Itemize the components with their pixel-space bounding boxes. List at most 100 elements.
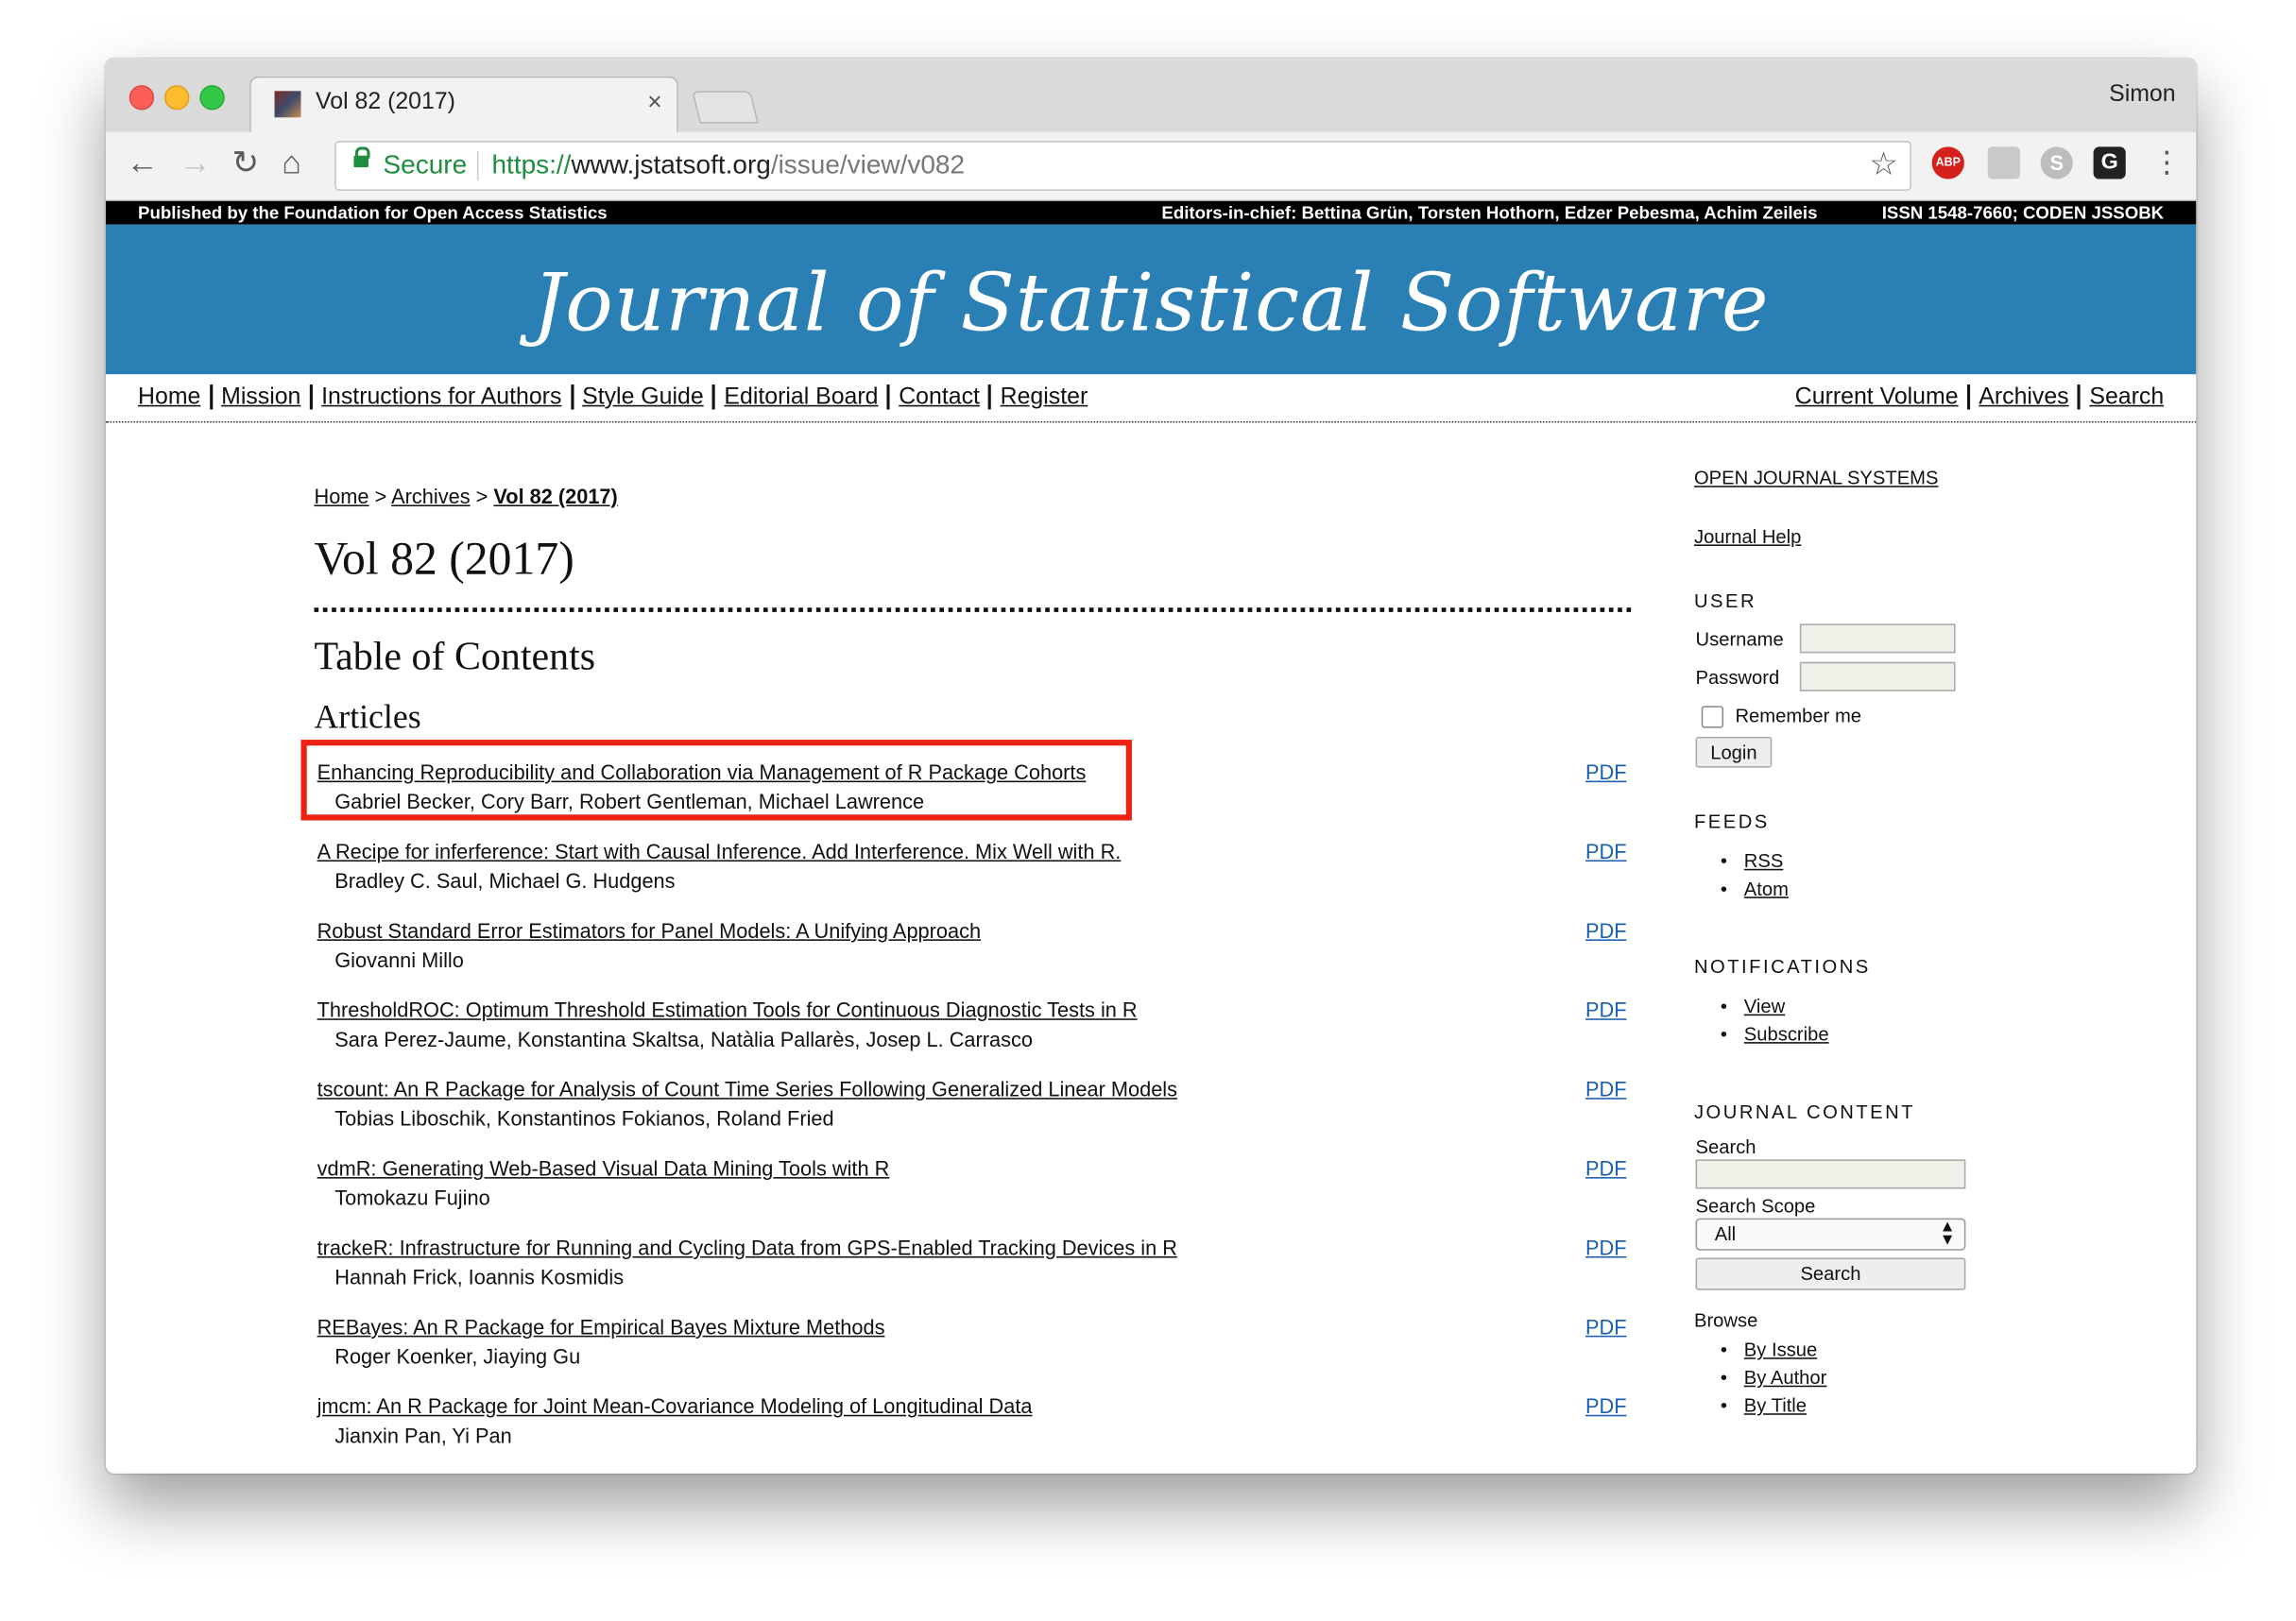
browse-item[interactable]: By Issue [1721, 1339, 1817, 1360]
dotted-divider [314, 607, 1632, 612]
password-label: Password [1695, 666, 1780, 689]
breadcrumb-current[interactable]: Vol 82 (2017) [493, 485, 617, 508]
forward-arrow-icon[interactable]: → [180, 145, 212, 180]
ojs-link[interactable]: OPEN JOURNAL SYSTEMS [1694, 467, 1939, 488]
nav-editorial-board[interactable]: Editorial Board [715, 384, 890, 410]
feed-item[interactable]: RSS [1721, 850, 1784, 872]
browse-label: Browse [1693, 1308, 1758, 1332]
url-host: www.jstatsoft.org [571, 149, 771, 179]
g-extension-icon[interactable]: G [2093, 146, 2126, 179]
adblock-extension-icon[interactable]: ABP [1931, 146, 1964, 179]
nav-home[interactable]: Home [138, 384, 213, 410]
nav-archives[interactable]: Archives [1969, 384, 2082, 410]
notification-item[interactable]: Subscribe [1721, 1023, 1829, 1045]
search-scope-label: Search Scope [1695, 1194, 1816, 1218]
nav-style-guide[interactable]: Style Guide [573, 384, 716, 410]
back-arrow-icon[interactable]: ← [127, 145, 159, 180]
feed-item[interactable]: Atom [1721, 878, 1789, 899]
notification-item[interactable]: View [1721, 995, 1785, 1016]
address-bar[interactable]: Secure https://www.jstatsoft.org/issue/v… [334, 141, 1911, 191]
search-scope-select[interactable]: All ▲ ▼ [1695, 1218, 1966, 1251]
article-authors: Hannah Frick, Ioannis Kosmidis [334, 1265, 625, 1289]
article-title-link[interactable]: REBayes: An R Package for Empirical Baye… [317, 1315, 885, 1339]
browse-item[interactable]: By Title [1721, 1394, 1807, 1416]
breadcrumb-home[interactable]: Home [314, 485, 368, 508]
article-title-link[interactable]: Robust Standard Error Estimators for Pan… [317, 919, 981, 943]
password-input[interactable] [1799, 661, 1956, 691]
pdf-link[interactable]: PDF [1585, 1156, 1627, 1180]
pdf-link[interactable]: PDF [1585, 760, 1627, 784]
bookmark-star-icon[interactable]: ☆ [1869, 145, 1898, 183]
journal-help-link[interactable]: Journal Help [1694, 525, 1801, 547]
journal-content-title: JOURNAL CONTENT [1693, 1101, 1916, 1123]
favicon-icon [274, 91, 301, 118]
browser-menu-icon[interactable]: ⋮ [2152, 144, 2182, 180]
atom-link[interactable]: Atom [1744, 878, 1789, 899]
home-icon[interactable]: ⌂ [282, 145, 301, 180]
search-scope-value: All [1714, 1222, 1737, 1245]
article-title-link[interactable]: trackeR: Infrastructure for Running and … [317, 1236, 1177, 1259]
rss-link[interactable]: RSS [1744, 850, 1784, 872]
nav-search[interactable]: Search [2081, 384, 2164, 409]
journal-search-button[interactable]: Search [1695, 1257, 1966, 1290]
article-authors: Jianxin Pan, Yi Pan [334, 1424, 512, 1447]
by-title-link[interactable]: By Title [1744, 1394, 1807, 1416]
highlight-annotation [300, 740, 1132, 821]
pdf-link[interactable]: PDF [1585, 1315, 1627, 1339]
nav-register[interactable]: Register [991, 384, 1088, 409]
article-item: REBayes: An R Package for Empirical Baye… [317, 1315, 1638, 1379]
site-navbar: Home Mission Instructions for Authors Style… [105, 374, 2197, 423]
journal-search-input[interactable] [1695, 1159, 1966, 1189]
by-issue-link[interactable]: By Issue [1744, 1339, 1817, 1360]
article-title-link[interactable]: A Recipe for inferference: Start with Ca… [317, 840, 1122, 863]
browser-tab[interactable]: Vol 82 (2017) × [249, 76, 678, 134]
extension-puzzle-icon[interactable] [1987, 146, 2020, 179]
select-arrows-icon: ▲ ▼ [1939, 1218, 1956, 1250]
article-item: A Recipe for inferference: Start with Ca… [317, 840, 1638, 904]
s-extension-icon[interactable]: S [2040, 146, 2073, 179]
pdf-link[interactable]: PDF [1585, 1394, 1627, 1418]
minimize-window-button[interactable] [164, 85, 190, 111]
breadcrumb-archives[interactable]: Archives [391, 485, 470, 508]
address-divider [476, 151, 479, 181]
tab-close-icon[interactable]: × [647, 88, 661, 117]
username-label: Username [1695, 627, 1784, 651]
view-link[interactable]: View [1744, 995, 1785, 1016]
article-item: tscount: An R Package for Analysis of Co… [317, 1077, 1638, 1141]
pdf-link[interactable]: PDF [1585, 840, 1627, 863]
article-item: Robust Standard Error Estimators for Pan… [317, 919, 1638, 983]
article-item: ThresholdROC: Optimum Threshold Estimati… [317, 998, 1638, 1063]
pdf-link[interactable]: PDF [1585, 998, 1627, 1022]
article-title-link[interactable]: ThresholdROC: Optimum Threshold Estimati… [317, 998, 1138, 1022]
article-title-link[interactable]: vdmR: Generating Web-Based Visual Data M… [317, 1156, 890, 1180]
new-tab-button[interactable] [692, 91, 759, 124]
article-title-link[interactable]: jmcm: An R Package for Joint Mean-Covari… [317, 1394, 1033, 1418]
username-input[interactable] [1799, 623, 1956, 654]
nav-right-links: Current Volume Archives Search [1794, 384, 2164, 411]
zoom-window-button[interactable] [199, 85, 225, 111]
profile-name[interactable]: Simon [2109, 82, 2175, 109]
pdf-link[interactable]: PDF [1585, 1236, 1627, 1259]
nav-current-volume[interactable]: Current Volume [1794, 384, 1970, 410]
article-title-link[interactable]: tscount: An R Package for Analysis of Co… [317, 1077, 1177, 1101]
reload-icon[interactable]: ↻ [231, 145, 259, 180]
login-button[interactable]: Login [1695, 736, 1773, 768]
pdf-link[interactable]: PDF [1585, 919, 1627, 943]
articles-heading: Articles [314, 698, 421, 736]
lock-icon [353, 146, 370, 168]
pdf-link[interactable]: PDF [1585, 1077, 1627, 1101]
subscribe-link[interactable]: Subscribe [1744, 1023, 1829, 1045]
nav-mission[interactable]: Mission [212, 384, 313, 410]
browse-item[interactable]: By Author [1721, 1366, 1827, 1388]
url-text[interactable]: https://www.jstatsoft.org/issue/view/v08… [491, 149, 965, 180]
by-author-link[interactable]: By Author [1744, 1366, 1827, 1388]
feeds-block-title: FEEDS [1693, 810, 1770, 832]
article-authors: Tomokazu Fujino [334, 1186, 490, 1210]
search-label: Search [1695, 1135, 1756, 1158]
close-window-button[interactable] [129, 85, 155, 111]
remember-me-checkbox[interactable] [1701, 706, 1724, 728]
breadcrumb-separator: > [374, 484, 387, 508]
nav-contact[interactable]: Contact [889, 384, 992, 410]
article-item: jmcm: An R Package for Joint Mean-Covari… [317, 1394, 1638, 1459]
nav-instructions-for-authors[interactable]: Instructions for Authors [312, 384, 574, 410]
